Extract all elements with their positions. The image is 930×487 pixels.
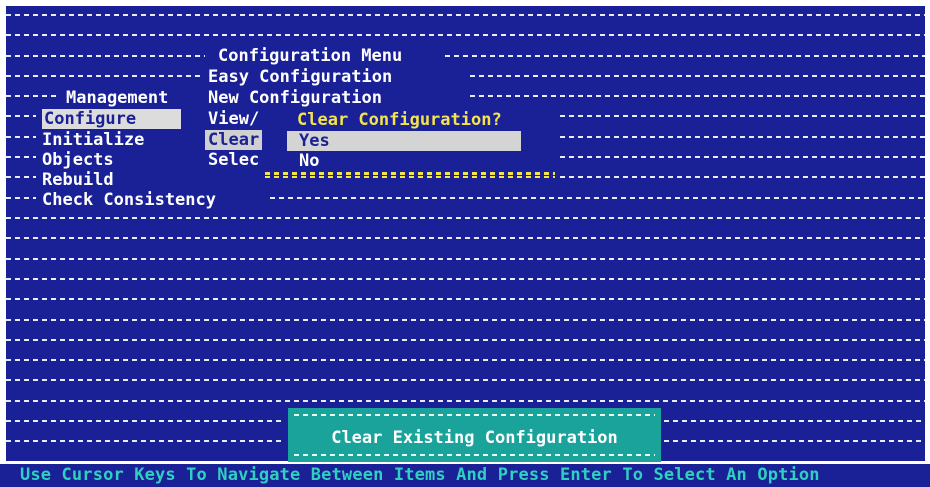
dash-row	[6, 400, 925, 402]
dash-row	[6, 75, 200, 77]
dash-row	[6, 298, 925, 300]
dash-row	[6, 197, 36, 199]
dash-row	[6, 95, 60, 97]
dash-row	[6, 258, 925, 260]
status-text: Clear Existing Configuration	[331, 428, 618, 448]
dialog-bottom-border	[265, 172, 555, 175]
dash-row	[6, 55, 205, 57]
status-bottom-dashes	[294, 454, 655, 456]
dash-row	[470, 75, 925, 77]
status-box: Clear Existing Configuration	[288, 408, 661, 462]
dash-row	[6, 14, 925, 16]
dash-row	[6, 278, 925, 280]
status-top-dashes	[294, 414, 655, 416]
dash-row	[6, 440, 285, 442]
menu-item-rebuild[interactable]: Rebuild	[42, 170, 114, 190]
select-boot-drive-item[interactable]: Selec	[208, 150, 259, 170]
management-menu-label: Management	[66, 88, 169, 108]
dash-row	[6, 115, 36, 117]
dash-row	[6, 217, 925, 219]
dash-row	[6, 176, 36, 178]
dash-row	[6, 156, 36, 158]
dash-row	[6, 339, 925, 341]
dialog-title: Clear Configuration?	[297, 110, 502, 130]
dash-row	[470, 95, 925, 97]
dash-row	[6, 319, 925, 321]
dash-row	[560, 156, 925, 158]
menu-item-configure[interactable]: Configure	[42, 109, 181, 129]
dash-row	[664, 440, 925, 442]
dash-row	[6, 359, 925, 361]
bios-screen: Configuration Menu Easy Configuration Ne…	[0, 0, 930, 487]
view-configuration-item[interactable]: View/	[208, 109, 259, 129]
new-configuration-item[interactable]: New Configuration	[208, 88, 382, 108]
dialog-yellow-rule	[265, 176, 555, 178]
menu-title: Configuration Menu	[218, 46, 403, 66]
dash-row	[445, 55, 925, 57]
menu-item-check-consistency[interactable]: Check Consistency	[42, 190, 216, 210]
clear-config-dialog: Clear Configuration? Yes No	[265, 110, 555, 176]
help-text: Use Cursor Keys To Navigate Between Item…	[20, 465, 820, 485]
dash-row	[6, 136, 36, 138]
dialog-option-yes[interactable]: Yes	[299, 131, 330, 151]
dash-row	[6, 379, 925, 381]
dash-row	[6, 34, 925, 36]
menu-item-initialize[interactable]: Initialize	[42, 130, 144, 150]
dialog-option-no[interactable]: No	[299, 151, 319, 171]
menu-item-objects[interactable]: Objects	[42, 150, 114, 170]
easy-configuration-item[interactable]: Easy Configuration	[208, 67, 392, 87]
dash-row	[6, 237, 925, 239]
dash-row	[664, 420, 925, 422]
dash-row	[6, 420, 285, 422]
clear-configuration-item[interactable]: Clear	[205, 130, 263, 150]
help-bar: Use Cursor Keys To Navigate Between Item…	[0, 464, 930, 487]
dash-row	[560, 136, 925, 138]
dash-row	[270, 197, 925, 199]
dash-row	[560, 115, 925, 117]
dash-row	[560, 176, 925, 178]
